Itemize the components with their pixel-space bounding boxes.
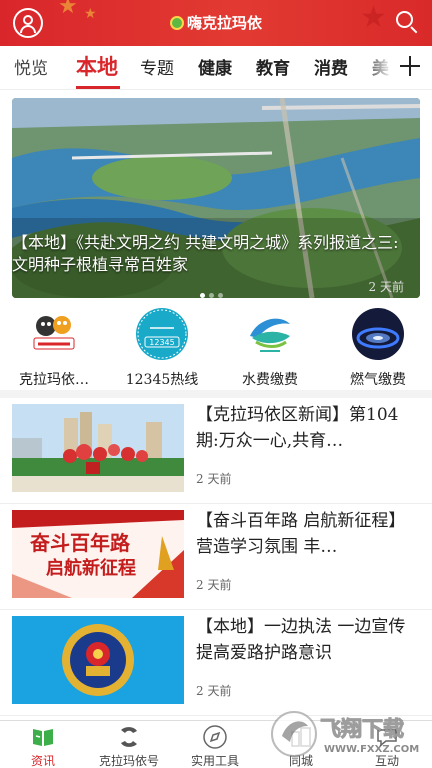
section-divider — [0, 390, 432, 398]
hotline-12345-icon: 12345 — [136, 308, 188, 360]
app-logo-icon — [169, 16, 184, 30]
app-title-text: 嗨克拉玛依 — [186, 14, 262, 32]
nav-label: 同城 — [288, 754, 313, 768]
tab-zhuanti[interactable]: 专题 — [140, 54, 174, 79]
news-timestamp: 2 天前 — [196, 578, 232, 592]
water-bill-icon — [244, 308, 296, 360]
app-header: ★ ★ ★ 嗨克拉玛依 — [0, 0, 432, 46]
nav-label: 实用工具 — [190, 754, 239, 768]
karamay-mascot-icon — [28, 308, 80, 360]
carousel-dot-active — [200, 293, 205, 298]
news-item[interactable]: 奋斗百年路 启航新征程 【奋斗百年路 启航新征程】营造学习氛围 丰… 2 天前 — [0, 504, 432, 610]
service-shortcuts: 克拉玛依… 12345 12345热线 水费缴费 燃气缴费 — [0, 300, 432, 388]
nav-tools[interactable]: 实用工具 — [172, 724, 258, 768]
banner-caption[interactable]: 【本地】《共赴文明之约 共建文明之城》系列报道之三:文明种子根植寻常百姓家 — [12, 232, 404, 276]
plus-icon[interactable] — [398, 54, 422, 78]
bottom-nav: 资讯 克拉玛依号 实用工具 同城 互动 — [0, 720, 432, 768]
nav-news[interactable]: 资讯 — [0, 724, 86, 768]
nav-karamay-account[interactable]: 克拉玛依号 — [86, 724, 172, 768]
service-12345[interactable]: 12345 12345热线 — [108, 308, 216, 389]
nav-label: 资讯 — [30, 754, 55, 768]
thumb-slogan-line1: 奋斗百年路 — [29, 531, 131, 555]
news-book-icon — [30, 724, 56, 750]
tab-jiankang[interactable]: 健康 — [198, 54, 232, 79]
nav-label: 克拉玛依号 — [98, 754, 159, 768]
banner-timestamp: 2 天前 — [368, 280, 404, 294]
tab-fade — [362, 46, 392, 89]
compass-tools-icon — [202, 724, 228, 750]
nav-label: 互动 — [374, 754, 399, 768]
service-karamay[interactable]: 克拉玛依… — [0, 308, 108, 389]
active-tab-indicator — [76, 86, 120, 89]
service-gas[interactable]: 燃气缴费 — [324, 308, 432, 389]
nav-interact[interactable]: 互动 — [344, 724, 430, 768]
news-title[interactable]: 【奋斗百年路 启航新征程】营造学习氛围 丰… — [196, 508, 420, 560]
service-label: 12345热线 — [125, 372, 199, 388]
service-label: 克拉玛依… — [19, 372, 89, 388]
tab-jiaoyu[interactable]: 教育 — [256, 54, 290, 79]
karamay-account-icon — [116, 724, 142, 750]
news-timestamp: 2 天前 — [196, 684, 232, 698]
service-label: 燃气缴费 — [350, 372, 406, 388]
news-timestamp: 2 天前 — [196, 472, 232, 486]
nav-local[interactable]: 同城 — [258, 724, 344, 768]
gas-bill-icon — [352, 308, 404, 360]
news-item[interactable]: 【本地】一边执法 一边宣传 提高爱路护路意识 2 天前 — [0, 610, 432, 716]
news-item[interactable]: 【克拉玛依区新闻】第104期:万众一心,共育… 2 天前 — [0, 398, 432, 504]
category-tabs: 悦览 本地 专题 健康 教育 消费 美 — [0, 46, 432, 90]
service-water[interactable]: 水费缴费 — [216, 308, 324, 389]
police-emblem-thumb — [12, 616, 184, 704]
tab-yuelan[interactable]: 悦览 — [14, 54, 48, 79]
carousel-dot — [209, 293, 214, 298]
hotline-number: 12345 — [149, 338, 174, 347]
news-title[interactable]: 【本地】一边执法 一边宣传 提高爱路护路意识 — [196, 614, 420, 666]
local-city-icon — [288, 724, 314, 750]
tab-bendi[interactable]: 本地 — [76, 51, 118, 81]
search-icon[interactable] — [394, 9, 420, 35]
city-flowers-thumb — [12, 404, 184, 492]
carousel-dot — [218, 293, 223, 298]
app-title: 嗨克拉玛依 — [0, 12, 432, 33]
centenary-banner-thumb: 奋斗百年路 启航新征程 — [12, 510, 184, 598]
news-title[interactable]: 【克拉玛依区新闻】第104期:万众一心,共育… — [196, 402, 420, 454]
service-label: 水费缴费 — [242, 372, 298, 388]
tab-xiaofei[interactable]: 消费 — [314, 54, 348, 79]
thumb-slogan-line2: 启航新征程 — [46, 557, 136, 579]
interact-icon — [374, 724, 400, 750]
